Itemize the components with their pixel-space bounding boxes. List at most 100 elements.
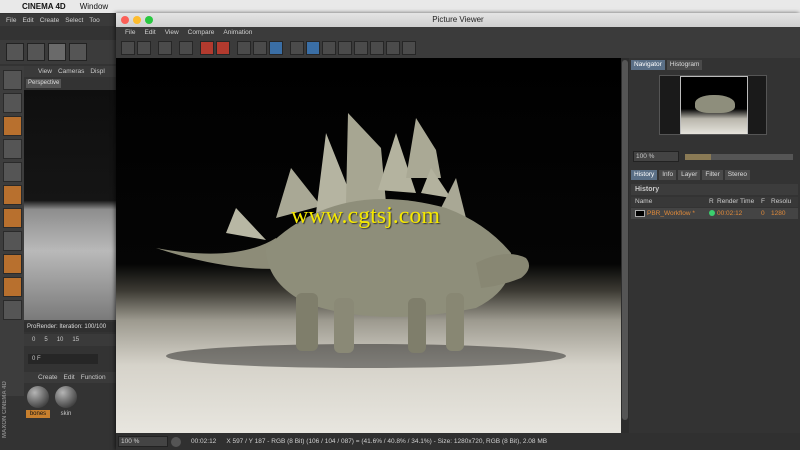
export-icon[interactable] bbox=[386, 41, 400, 55]
cube-solid-icon[interactable] bbox=[2, 185, 22, 205]
tab-layer[interactable]: Layer bbox=[678, 170, 701, 180]
fit-icon[interactable] bbox=[179, 41, 193, 55]
material-bones[interactable]: bones bbox=[26, 386, 50, 419]
row-time: 00:02:12 bbox=[717, 210, 743, 217]
window-title: Picture Viewer bbox=[432, 15, 484, 24]
set-b-icon[interactable] bbox=[354, 41, 368, 55]
cube-wire-icon[interactable] bbox=[2, 162, 22, 182]
zoom-field[interactable]: 100 % bbox=[118, 436, 168, 447]
window-menu[interactable]: Window bbox=[80, 2, 108, 11]
navigator-thumbnail bbox=[680, 76, 748, 134]
cube-outline-icon[interactable] bbox=[2, 139, 22, 159]
compare-ab-icon[interactable] bbox=[290, 41, 304, 55]
render-thumbnail-icon bbox=[635, 209, 645, 217]
filter-icon[interactable] bbox=[402, 41, 416, 55]
select-arrow-icon[interactable] bbox=[48, 43, 66, 61]
render-icon[interactable] bbox=[200, 41, 214, 55]
row-resolution: 1280 bbox=[771, 210, 786, 217]
minimize-button[interactable] bbox=[133, 16, 141, 24]
zoom-stepper-icon[interactable] bbox=[171, 436, 181, 447]
material-menu-create[interactable]: Create bbox=[38, 374, 58, 381]
table-row[interactable]: PBR_Workflow * 00:02:12 0 1280 bbox=[631, 208, 798, 219]
split-view-icon[interactable] bbox=[306, 41, 320, 55]
navigator-dino bbox=[695, 95, 735, 113]
close-button[interactable] bbox=[121, 16, 129, 24]
render-region-icon[interactable] bbox=[216, 41, 230, 55]
cube-icon[interactable] bbox=[2, 70, 22, 90]
tab-filter[interactable]: Filter bbox=[702, 170, 723, 180]
col-name[interactable]: Name bbox=[631, 197, 709, 207]
texture-icon[interactable] bbox=[2, 116, 22, 136]
lock-icon[interactable] bbox=[2, 300, 22, 320]
undo-icon[interactable] bbox=[6, 43, 24, 61]
material-skin[interactable]: skin bbox=[54, 386, 78, 419]
tab-histogram[interactable]: Histogram bbox=[666, 60, 703, 70]
col-r[interactable]: R bbox=[709, 197, 717, 207]
material-menu: Create Edit Function bbox=[24, 372, 116, 383]
pv-menu-bar: File Edit View Compare Animation bbox=[116, 27, 800, 38]
viewport-menu-view[interactable]: View bbox=[38, 68, 52, 75]
maximize-button[interactable] bbox=[145, 16, 153, 24]
material-menu-function[interactable]: Function bbox=[81, 374, 106, 381]
viewport[interactable] bbox=[24, 90, 116, 320]
mouse-icon[interactable] bbox=[2, 231, 22, 251]
app-menu[interactable]: CINEMA 4D bbox=[22, 2, 66, 11]
pv-menu-view[interactable]: View bbox=[165, 29, 179, 36]
timeline[interactable]: 0 5 10 15 bbox=[24, 334, 116, 346]
navigator-preview[interactable] bbox=[659, 75, 767, 135]
c4d-menu-create[interactable]: Create bbox=[40, 17, 60, 24]
viewport-label: Perspective bbox=[26, 79, 62, 88]
snap-icon[interactable] bbox=[2, 254, 22, 274]
stop-render-icon[interactable] bbox=[237, 41, 251, 55]
open-icon[interactable] bbox=[121, 41, 135, 55]
render-queue-icon[interactable] bbox=[253, 41, 267, 55]
col-f[interactable]: F bbox=[761, 197, 771, 207]
redo-icon[interactable] bbox=[27, 43, 45, 61]
render-time: 00:02:12 bbox=[191, 438, 217, 445]
history-tabs: History Info Layer Filter Stereo bbox=[631, 170, 750, 180]
swap-icon[interactable] bbox=[322, 41, 336, 55]
snapshot-icon[interactable] bbox=[370, 41, 384, 55]
interactive-render-icon[interactable] bbox=[269, 41, 283, 55]
c4d-menu-edit[interactable]: Edit bbox=[22, 17, 33, 24]
material-menu-edit[interactable]: Edit bbox=[64, 374, 75, 381]
navigator-zoom-field[interactable]: 100 % bbox=[633, 151, 679, 162]
timeline-tick: 5 bbox=[44, 337, 48, 343]
pv-menu-edit[interactable]: Edit bbox=[144, 29, 155, 36]
navigator-zoom-slider[interactable] bbox=[685, 154, 793, 160]
tab-stereo[interactable]: Stereo bbox=[724, 170, 750, 180]
axis-icon[interactable] bbox=[2, 208, 22, 228]
save-icon[interactable] bbox=[137, 41, 151, 55]
set-a-icon[interactable] bbox=[338, 41, 352, 55]
status-dot-icon bbox=[709, 210, 715, 217]
c4d-menu-select[interactable]: Select bbox=[65, 17, 83, 24]
tab-navigator[interactable]: Navigator bbox=[631, 60, 665, 70]
tab-history[interactable]: History bbox=[631, 170, 658, 180]
magnet-icon[interactable] bbox=[2, 277, 22, 297]
tab-info[interactable]: Info bbox=[659, 170, 677, 180]
row-status bbox=[709, 208, 717, 219]
checker-icon[interactable] bbox=[2, 93, 22, 113]
c4d-menu-tools[interactable]: Too bbox=[89, 17, 99, 24]
scrollbar-thumb[interactable] bbox=[622, 60, 628, 420]
frame-field[interactable]: 0 F bbox=[28, 354, 98, 364]
pv-status-bar: 100 % 00:02:12 X 597 / Y 187 - RGB (8 Bi… bbox=[116, 433, 800, 450]
timeline-tick: 0 bbox=[32, 337, 36, 343]
right-panels: Navigator Histogram 100 % History Info L… bbox=[629, 58, 800, 433]
viewport-menu-cameras[interactable]: Cameras bbox=[58, 68, 84, 75]
history-header: Name R Render Time F Resolu bbox=[631, 197, 798, 207]
col-resolution[interactable]: Resolu bbox=[771, 197, 798, 207]
pv-menu-compare[interactable]: Compare bbox=[188, 29, 215, 36]
region-icon[interactable] bbox=[158, 41, 172, 55]
material-preview bbox=[27, 386, 49, 408]
move-icon[interactable] bbox=[69, 43, 87, 61]
prorender-status: ProRender: Iteration: 100/100 bbox=[24, 322, 116, 332]
render-scrollbar[interactable] bbox=[621, 58, 629, 433]
maxon-logo: MAXON CINEMA 4D bbox=[2, 381, 8, 439]
pv-menu-file[interactable]: File bbox=[125, 29, 135, 36]
pv-menu-animation[interactable]: Animation bbox=[223, 29, 252, 36]
viewport-menu-display[interactable]: Displ bbox=[90, 68, 104, 75]
col-render-time[interactable]: Render Time bbox=[717, 197, 761, 207]
render-image[interactable]: www.cgtsj.com bbox=[116, 58, 621, 433]
c4d-menu-file[interactable]: File bbox=[6, 17, 16, 24]
